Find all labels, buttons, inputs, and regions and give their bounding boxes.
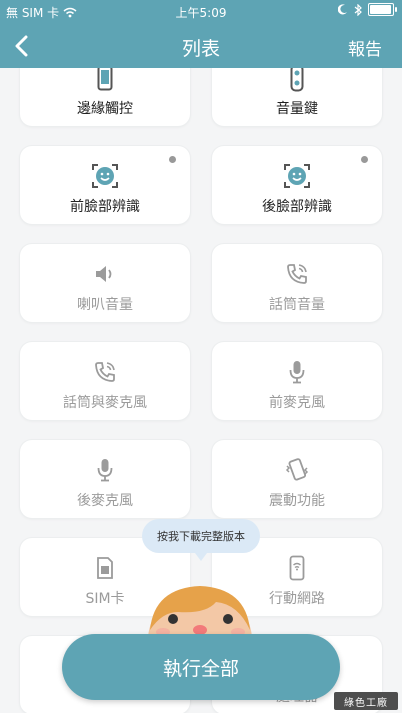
- test-card[interactable]: 後臉部辨識: [212, 146, 382, 224]
- test-card-label: 喇叭音量: [77, 297, 133, 313]
- test-card-label: 前麥克風: [269, 395, 325, 411]
- test-card-label: 後臉部辨識: [262, 199, 332, 215]
- download-bubble[interactable]: 按我下載完整版本: [142, 519, 260, 561]
- mobile-network-icon: [212, 554, 382, 582]
- phone-icon: [20, 68, 190, 92]
- face-scan-icon: [212, 162, 382, 190]
- test-card[interactable]: 震動功能: [212, 440, 382, 518]
- status-dot: [169, 156, 176, 163]
- test-card-label: 後麥克風: [77, 493, 133, 509]
- test-card-label: 話筒與麥克風: [63, 395, 147, 411]
- phone-call-icon: [212, 260, 382, 288]
- status-right: [338, 3, 397, 16]
- test-card[interactable]: 前臉部辨識: [20, 146, 190, 224]
- status-dot: [361, 156, 368, 163]
- test-card-label: 話筒音量: [269, 297, 325, 313]
- test-card[interactable]: 邊緣觸控: [20, 68, 190, 126]
- report-button[interactable]: 報告: [348, 35, 382, 60]
- microphone-icon: [212, 358, 382, 386]
- run-all-button[interactable]: 執行全部: [62, 634, 340, 700]
- battery-icon: [368, 3, 397, 16]
- bluetooth-icon: [354, 3, 362, 16]
- test-card[interactable]: 喇叭音量: [20, 244, 190, 322]
- microphone-icon: [20, 456, 190, 484]
- volume-keys-icon: [212, 68, 382, 92]
- face-scan-icon: [20, 162, 190, 190]
- vibrate-icon: [212, 456, 382, 484]
- phone-call-icon: [20, 358, 190, 386]
- test-card[interactable]: 話筒音量: [212, 244, 382, 322]
- test-card[interactable]: 話筒與麥克風: [20, 342, 190, 420]
- speaker-icon: [20, 260, 190, 288]
- watermark: 綠色工廠: [334, 692, 398, 710]
- moon-icon: [338, 4, 347, 15]
- test-card[interactable]: 音量鍵: [212, 68, 382, 126]
- sim-card-icon: [20, 554, 190, 582]
- status-bar: 無 SIM 卡 上午5:09: [0, 0, 402, 24]
- test-card-label: 邊緣觸控: [77, 101, 133, 117]
- battery-fill: [370, 5, 391, 14]
- nav-bar: 列表 報告: [0, 24, 402, 68]
- test-card-label: 音量鍵: [276, 101, 318, 117]
- test-card[interactable]: 後麥克風: [20, 440, 190, 518]
- test-card-label: 震動功能: [269, 493, 325, 509]
- test-card-label: 前臉部辨識: [70, 199, 140, 215]
- page-title: 列表: [181, 38, 220, 60]
- test-card[interactable]: 前麥克風: [212, 342, 382, 420]
